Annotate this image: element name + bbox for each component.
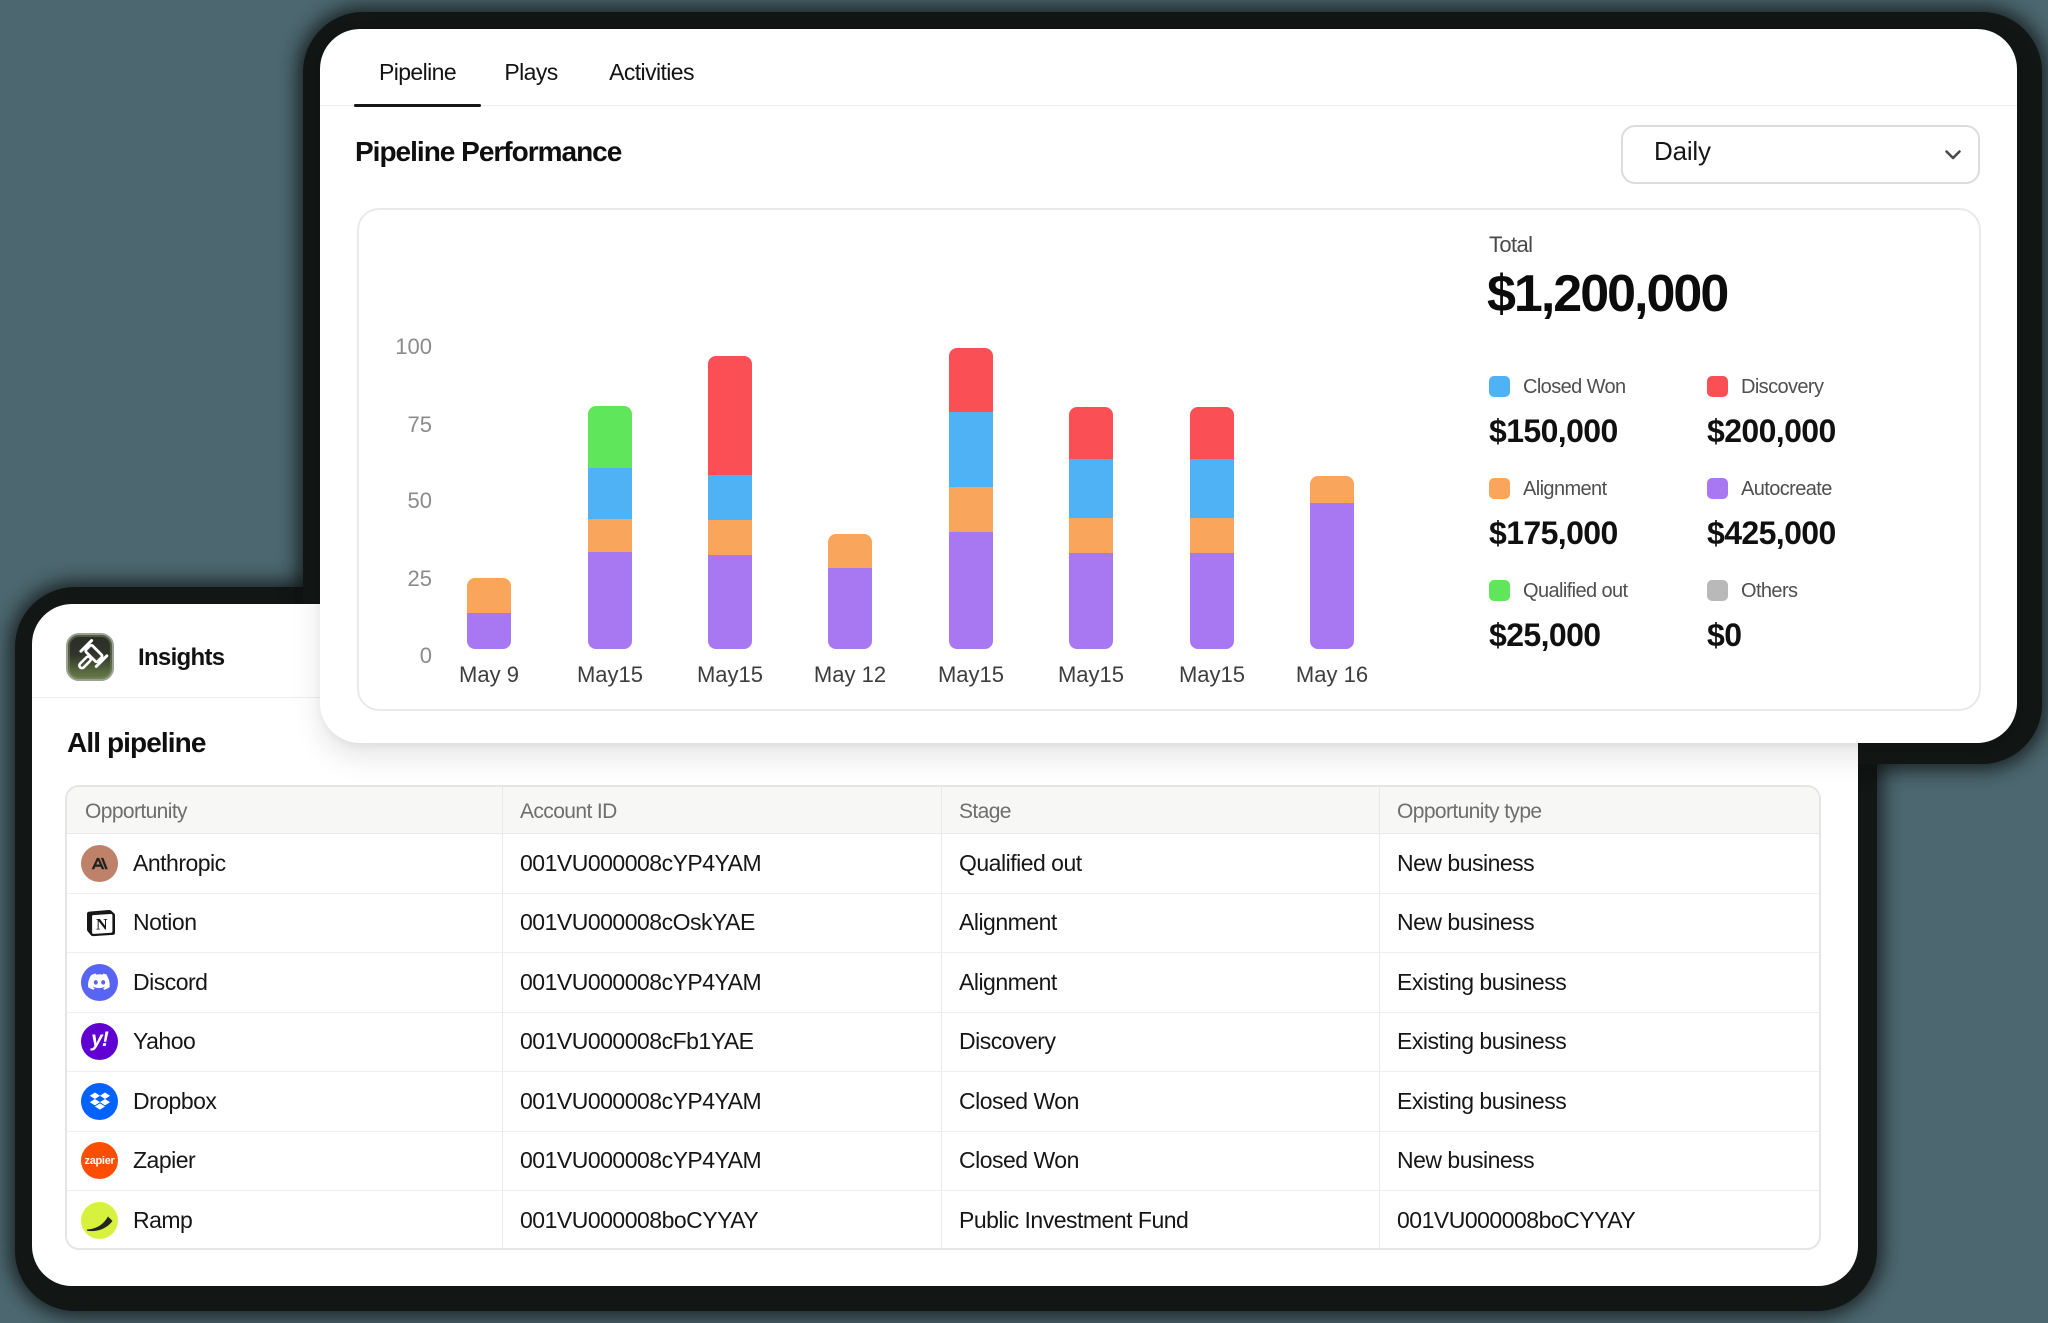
svg-text:N: N	[96, 917, 108, 934]
